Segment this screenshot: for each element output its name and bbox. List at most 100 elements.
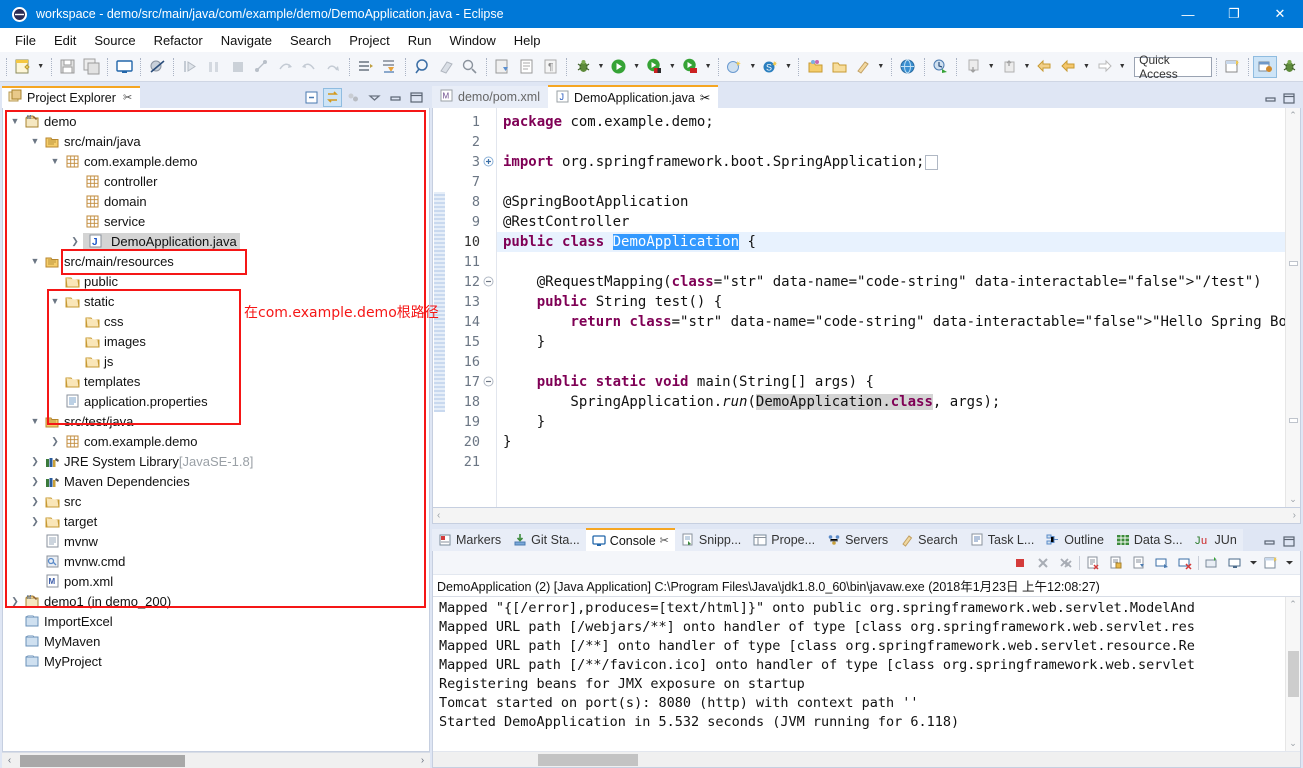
- tab-demoapplication-java[interactable]: J DemoApplication.java ✂: [547, 85, 719, 108]
- minimize-icon[interactable]: [386, 88, 405, 107]
- step-over-icon[interactable]: [202, 55, 226, 79]
- save-icon[interactable]: [56, 55, 80, 79]
- fold-none[interactable]: [483, 172, 496, 192]
- chevron-down-icon[interactable]: ▼: [7, 113, 23, 129]
- console-tab-snipp[interactable]: Snipp...: [674, 529, 748, 551]
- tree-item[interactable]: ❯domain: [3, 191, 429, 211]
- collapsed-imports-marker[interactable]: [925, 155, 939, 170]
- tree-item-content[interactable]: com.example.demo: [63, 153, 197, 169]
- tree-item[interactable]: ❯js: [3, 351, 429, 371]
- editor-code-area[interactable]: package com.example.demo; import org.spr…: [497, 108, 1285, 507]
- view-menu-icon[interactable]: [365, 88, 384, 107]
- code-line[interactable]: [503, 132, 1285, 152]
- tree-item[interactable]: ❯Mpom.xml: [3, 571, 429, 591]
- run-coverage-dropdown-icon[interactable]: ▼: [702, 55, 714, 79]
- open-task-icon[interactable]: [434, 55, 458, 79]
- maximize-button[interactable]: ❐: [1211, 0, 1257, 28]
- profile-icon[interactable]: [929, 55, 953, 79]
- tree-item-content[interactable]: Mpom.xml: [43, 573, 113, 589]
- tree-item-content[interactable]: Maven Dependencies: [43, 473, 190, 489]
- editor-hscrollbar[interactable]: ‹ ›: [432, 508, 1301, 524]
- tree-item-content[interactable]: application.properties: [63, 393, 208, 409]
- console-tab-outline[interactable]: Outline: [1040, 529, 1110, 551]
- tree-item-content[interactable]: controller: [83, 173, 157, 189]
- show-console-on-output-icon[interactable]: [1152, 553, 1172, 573]
- display-selected-console-icon[interactable]: [1225, 553, 1245, 573]
- console-hscroll-thumb[interactable]: [538, 754, 638, 766]
- fold-none[interactable]: [483, 112, 496, 132]
- show-console-on-error-icon[interactable]: [1175, 553, 1195, 573]
- step-into-icon[interactable]: [178, 55, 202, 79]
- open-folder-icon[interactable]: [803, 55, 827, 79]
- code-line[interactable]: [503, 452, 1285, 472]
- tree-item-content[interactable]: src/main/resources: [43, 253, 174, 269]
- console-tab-search[interactable]: Search: [894, 529, 964, 551]
- tree-item-content[interactable]: J DemoApplication.java: [83, 233, 240, 249]
- fold-none[interactable]: [483, 412, 496, 432]
- collapse-all-icon[interactable]: [302, 88, 321, 107]
- tree-item-content[interactable]: target: [43, 513, 97, 529]
- scroll-up-icon[interactable]: ⌃: [1289, 110, 1297, 121]
- tree-item[interactable]: ❯ JRE System Library [JavaSE-1.8]: [3, 451, 429, 471]
- tree-item[interactable]: ❯ J DemoApplication.java: [3, 231, 429, 251]
- forward-nav-icon[interactable]: [1092, 55, 1116, 79]
- tree-item-content[interactable]: MyProject: [23, 653, 102, 669]
- quick-access-input[interactable]: Quick Access: [1134, 53, 1212, 81]
- chevron-right-icon[interactable]: ❯: [27, 493, 43, 509]
- tree-item[interactable]: ❯templates: [3, 371, 429, 391]
- back-icon[interactable]: [321, 55, 345, 79]
- tree-item-content[interactable]: Mdemo1 (in demo_200): [23, 593, 171, 609]
- hscroll-thumb[interactable]: [20, 755, 185, 767]
- console-output[interactable]: Mapped "{[/error],produces=[text/html]}"…: [433, 597, 1285, 751]
- toggle-block-selection-icon[interactable]: [377, 55, 401, 79]
- import-icon[interactable]: [827, 55, 851, 79]
- maximize-icon[interactable]: [407, 88, 426, 107]
- tree-item[interactable]: ❯MyProject: [3, 651, 429, 671]
- down-to-dropdown-icon[interactable]: ▼: [985, 55, 997, 79]
- tree-item[interactable]: ▼ src/test/java: [3, 411, 429, 431]
- tree-item-content[interactable]: src: [43, 493, 81, 509]
- paragraph-icon[interactable]: ¶: [538, 55, 562, 79]
- fold-collapse-icon[interactable]: [483, 272, 496, 292]
- code-line[interactable]: }: [503, 412, 1285, 432]
- open-type-icon[interactable]: [410, 55, 434, 79]
- fold-none[interactable]: [483, 352, 496, 372]
- search-icon[interactable]: [458, 55, 482, 79]
- remove-all-terminated-icon[interactable]: [1056, 553, 1076, 573]
- tree-item[interactable]: ❯ com.example.demo: [3, 431, 429, 451]
- chevron-right-icon[interactable]: ❯: [27, 453, 43, 469]
- fold-expand-icon[interactable]: [483, 152, 496, 172]
- chevron-down-icon[interactable]: ▼: [27, 253, 43, 269]
- scroll-right-icon[interactable]: ›: [415, 755, 430, 766]
- code-line[interactable]: public class DemoApplication {: [497, 232, 1285, 252]
- code-line[interactable]: [503, 352, 1285, 372]
- tree-item[interactable]: ❯ Mdemo1 (in demo_200): [3, 591, 429, 611]
- code-line[interactable]: SpringApplication.run(DemoApplication.cl…: [503, 392, 1285, 412]
- chevron-right-icon[interactable]: ❯: [27, 513, 43, 529]
- chevron-down-icon[interactable]: ▼: [27, 413, 43, 429]
- new-wizard-dropdown-icon[interactable]: ▼: [35, 55, 47, 79]
- fold-none[interactable]: [483, 132, 496, 152]
- console-tab-git-sta[interactable]: Git Sta...: [507, 529, 586, 551]
- code-line[interactable]: @SpringBootApplication: [503, 192, 1285, 212]
- menu-file[interactable]: File: [6, 31, 45, 50]
- console-tab-jun[interactable]: Ju JUn: [1188, 529, 1243, 551]
- tree-item[interactable]: ▼ Mdemo: [3, 111, 429, 131]
- prev-edit-location-icon[interactable]: [1033, 55, 1057, 79]
- code-line[interactable]: [503, 172, 1285, 192]
- tree-item-content[interactable]: ImportExcel: [23, 613, 113, 629]
- chevron-right-icon[interactable]: ❯: [67, 233, 83, 249]
- pin-console-icon[interactable]: [1202, 553, 1222, 573]
- console-tab-markers[interactable]: Markers: [432, 529, 508, 551]
- console-tab-servers[interactable]: Servers: [821, 529, 895, 551]
- console-hscrollbar[interactable]: [433, 751, 1300, 767]
- word-wrap-icon[interactable]: [1129, 553, 1149, 573]
- tree-item-content[interactable]: mvnw: [43, 533, 98, 549]
- scroll-down-icon[interactable]: ⌄: [1289, 494, 1297, 505]
- code-line[interactable]: public static void main(String[] args) {: [503, 372, 1285, 392]
- tree-item[interactable]: ❯application.properties: [3, 391, 429, 411]
- menu-refactor[interactable]: Refactor: [145, 31, 212, 50]
- java-ee-perspective-icon[interactable]: [1253, 55, 1278, 78]
- code-line[interactable]: [503, 252, 1285, 272]
- maximize-icon[interactable]: [1282, 534, 1296, 551]
